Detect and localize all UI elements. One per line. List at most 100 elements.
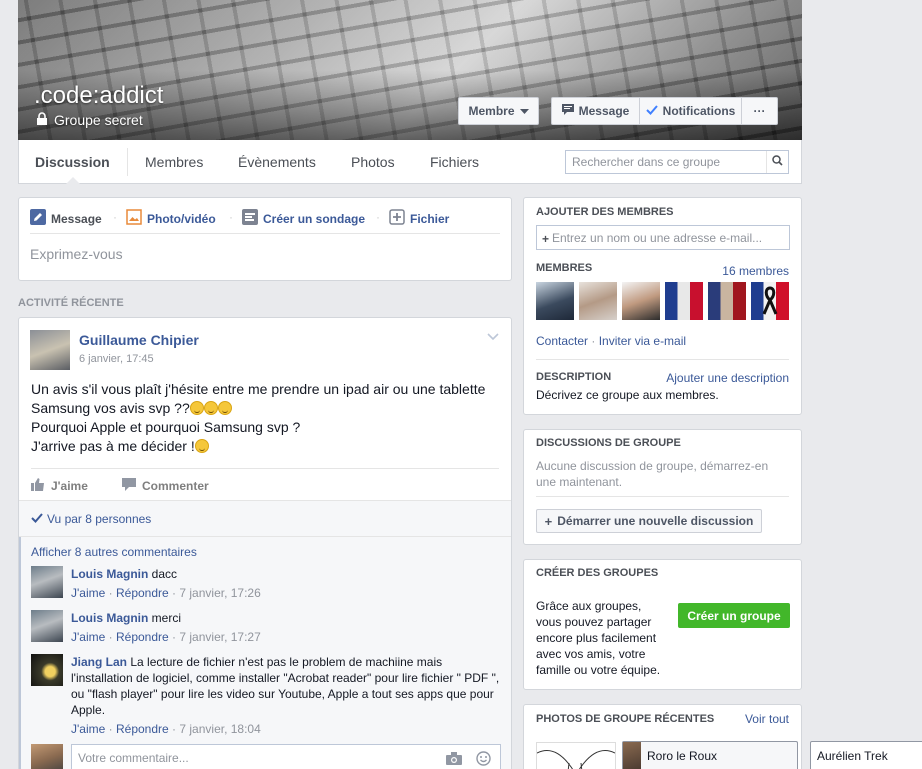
check-icon	[31, 512, 43, 526]
comment-button[interactable]: Commenter	[122, 478, 209, 494]
create-groups-card: CRÉER DES GROUPES Grâce aux groupes, vou…	[523, 559, 802, 690]
create-group-button[interactable]: Créer un groupe	[678, 603, 790, 628]
contact-link[interactable]: Contacter	[536, 334, 588, 348]
post-feedback: Vu par 8 personnes Afficher 8 autres com…	[19, 500, 511, 769]
comment-like-link[interactable]: J'aime	[71, 722, 105, 736]
member-button[interactable]: Membre	[458, 97, 539, 125]
comment: Louis Magnin merci J'aime · Répondre · 7…	[31, 610, 501, 650]
post-body: Un avis s'il vous plaît j'hésite entre m…	[31, 380, 501, 456]
chat-tab[interactable]: Aurélien Trek	[810, 741, 922, 769]
comment-like-link[interactable]: J'aime	[71, 586, 105, 600]
post-line: J'arrive pas à me décider !	[31, 438, 195, 454]
group-discussions-card: DISCUSSIONS DE GROUPE Aucune discussion …	[523, 429, 802, 545]
poll-icon	[242, 209, 258, 228]
comment-author[interactable]: Louis Magnin	[71, 567, 148, 581]
message-icon	[561, 104, 574, 118]
members-title: MEMBRES	[536, 262, 593, 274]
composer-tab-photo[interactable]: Photo/vidéo	[126, 209, 216, 228]
like-button[interactable]: J'aime	[31, 478, 88, 494]
message-button[interactable]: Message	[551, 97, 640, 125]
post-author[interactable]: Guillaume Chipier	[79, 332, 199, 348]
ribbon-icon	[762, 286, 778, 315]
composer-input[interactable]	[30, 246, 500, 262]
comment-text: dacc	[151, 567, 178, 581]
member-avatar[interactable]	[536, 282, 574, 320]
comment-time[interactable]: 7 janvier, 17:27	[179, 630, 260, 644]
members-count-link[interactable]: 16 membres	[722, 264, 789, 278]
invite-email-link[interactable]: Inviter via e-mail	[599, 334, 686, 348]
avatar[interactable]	[31, 610, 63, 642]
seen-by[interactable]: Vu par 8 personnes	[31, 512, 151, 526]
start-discussion-button[interactable]: + Démarrer une nouvelle discussion	[536, 509, 762, 533]
member-avatar[interactable]	[708, 282, 746, 320]
post-timestamp[interactable]: 6 janvier, 17:45	[79, 353, 154, 365]
composer-tab-label: Fichier	[410, 211, 450, 226]
comment-like-link[interactable]: J'aime	[71, 630, 105, 644]
avatar[interactable]	[31, 654, 63, 686]
avatar[interactable]	[31, 566, 63, 598]
comment-text: La lecture de fichier n'est pas le probl…	[71, 655, 500, 717]
thumbs-up-icon	[31, 478, 45, 494]
tab-discussion[interactable]: Discussion	[35, 154, 110, 170]
comment-author[interactable]: Louis Magnin	[71, 611, 148, 625]
composer-tab-message[interactable]: Message	[30, 209, 102, 228]
add-member-input[interactable]	[552, 231, 782, 245]
wink-emoji-icon	[194, 439, 209, 453]
post-line: Un avis s'il vous plaît j'hésite entre m…	[31, 381, 486, 397]
add-description-link[interactable]: Ajouter une description	[666, 371, 789, 385]
chat-tab-name: Roro le Roux	[647, 748, 718, 763]
group-search	[565, 150, 789, 174]
message-button-label: Message	[578, 104, 630, 118]
group-name[interactable]: .code:addict	[34, 82, 163, 110]
tab-photos[interactable]: Photos	[351, 154, 395, 170]
member-avatar[interactable]	[622, 282, 660, 320]
comment-author[interactable]: Jiang Lan	[71, 655, 127, 669]
member-avatar[interactable]	[665, 282, 703, 320]
caret-down-icon	[519, 104, 529, 118]
post-line: Samsung vos avis svp ??	[31, 400, 190, 416]
member-avatar[interactable]	[579, 282, 617, 320]
avatar[interactable]	[30, 330, 70, 370]
chat-tab[interactable]: Roro le Roux	[622, 741, 798, 769]
composer-tab-poll[interactable]: Créer un sondage	[242, 209, 365, 228]
view-more-comments[interactable]: Afficher 8 autres commentaires	[31, 545, 197, 559]
notifications-button-label: Notifications	[662, 104, 736, 118]
tab-members[interactable]: Membres	[145, 154, 203, 170]
comment-reply-link[interactable]: Répondre	[116, 586, 169, 600]
more-icon: ···	[753, 104, 766, 118]
check-icon	[645, 104, 658, 118]
chevron-down-icon[interactable]	[487, 330, 499, 344]
search-input[interactable]	[566, 151, 766, 173]
emoji-icon[interactable]	[476, 751, 491, 769]
more-options-button[interactable]: ···	[742, 97, 778, 125]
like-label: J'aime	[51, 479, 88, 493]
seen-by-label: Vu par 8 personnes	[47, 512, 152, 526]
composer-tab-label: Message	[51, 211, 102, 226]
group-photo[interactable]	[536, 742, 616, 769]
composer-tab-file[interactable]: Fichier	[389, 209, 449, 228]
comment-input[interactable]	[78, 751, 428, 765]
tab-events[interactable]: Évènements	[238, 154, 316, 170]
search-button[interactable]	[766, 151, 788, 173]
member-avatar[interactable]	[751, 282, 789, 320]
search-icon	[772, 155, 783, 169]
active-tab-indicator	[66, 177, 80, 184]
comment-time[interactable]: 7 janvier, 17:26	[179, 586, 260, 600]
create-groups-text: Grâce aux groupes, vous pouvez partager …	[536, 599, 661, 677]
start-discussion-label: Démarrer une nouvelle discussion	[557, 514, 754, 528]
avatar	[31, 744, 63, 769]
comment-reply-link[interactable]: Répondre	[116, 630, 169, 644]
notifications-button[interactable]: Notifications	[640, 97, 742, 125]
comment-reply-link[interactable]: Répondre	[116, 722, 169, 736]
see-all-link[interactable]: Voir tout	[745, 712, 789, 726]
comment-icon	[122, 478, 136, 494]
file-icon	[389, 209, 405, 228]
comment-time[interactable]: 7 janvier, 18:04	[179, 722, 260, 736]
group-discussions-title: DISCUSSIONS DE GROUPE	[536, 437, 681, 449]
lock-icon	[36, 112, 48, 128]
camera-icon[interactable]	[446, 752, 462, 768]
tab-files[interactable]: Fichiers	[430, 154, 479, 170]
group-actions: Message Notifications ···	[551, 97, 778, 125]
description-title: DESCRIPTION	[536, 371, 612, 383]
photo-icon	[126, 209, 142, 228]
